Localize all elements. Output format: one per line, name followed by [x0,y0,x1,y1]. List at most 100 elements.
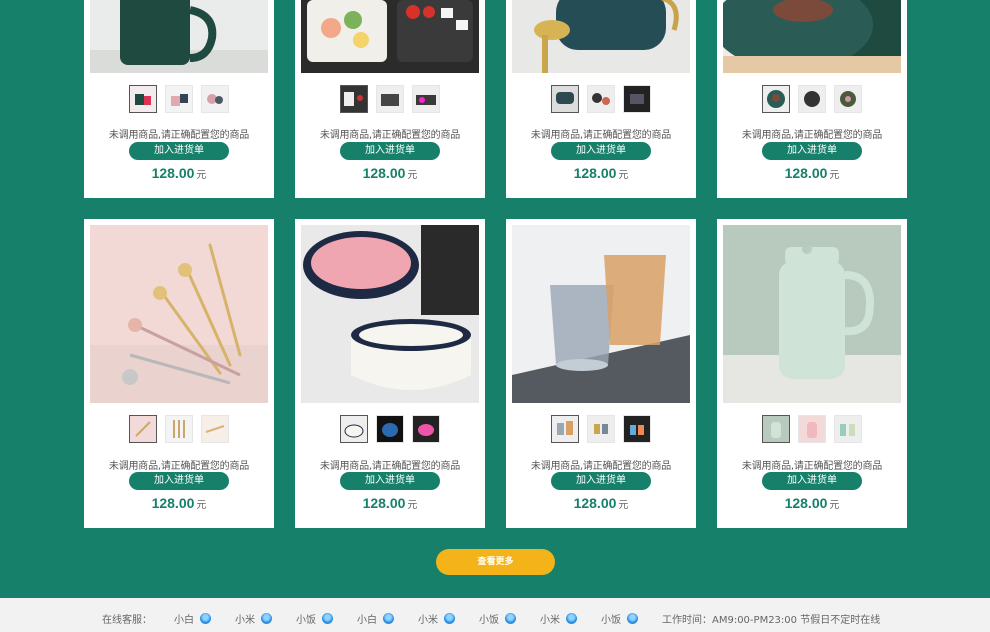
qq-icon[interactable] [261,613,272,624]
qq-icon[interactable] [627,613,638,624]
price-value: 128.00 [151,495,195,511]
thumbnail[interactable] [834,415,862,443]
thumbnail[interactable] [798,415,826,443]
thumbnail[interactable] [798,85,826,113]
thumbnail[interactable] [201,85,229,113]
thumbnail[interactable] [129,85,157,113]
price-value: 128.00 [784,165,828,181]
service-agent[interactable]: 小饭 [479,611,516,626]
thumbnail[interactable] [129,415,157,443]
product-card: 未调用商品,请正确配置您的商品 加入进货单 128.00 元 [84,0,274,198]
thumbnail[interactable] [376,415,404,443]
add-to-cart-button[interactable]: 加入进货单 [340,142,440,160]
product-image[interactable] [512,0,690,73]
product-price: 128.00 元 [717,165,907,181]
agent-name: 小米 [540,615,560,626]
product-price: 128.00 元 [506,165,696,181]
thumbnail[interactable] [165,85,193,113]
product-image[interactable] [90,0,268,73]
product-price: 128.00 元 [84,495,274,511]
service-agent[interactable]: 小米 [235,611,272,626]
thumbnail[interactable] [551,415,579,443]
agent-name: 小米 [235,615,255,626]
product-price: 128.00 元 [717,495,907,511]
price-unit: 元 [829,500,840,511]
price-unit: 元 [618,170,629,181]
thumbnail-strip [295,85,485,115]
add-to-cart-button[interactable]: 加入进货单 [762,142,862,160]
add-to-cart-button[interactable]: 加入进货单 [551,142,651,160]
thumbnail[interactable] [412,85,440,113]
qq-icon[interactable] [200,613,211,624]
thumbnail[interactable] [762,415,790,443]
agent-name: 小白 [357,615,377,626]
price-unit: 元 [196,500,207,511]
thumbnail[interactable] [340,85,368,113]
service-agent[interactable]: 小饭 [296,611,333,626]
product-hint: 未调用商品,请正确配置您的商品 [741,130,883,141]
qq-icon[interactable] [322,613,333,624]
thumbnail[interactable] [587,415,615,443]
thumbnail-strip [506,85,696,115]
add-to-cart-button[interactable]: 加入进货单 [129,142,229,160]
product-image[interactable] [723,225,901,403]
product-card: 未调用商品,请正确配置您的商品 加入进货单 128.00 元 [506,0,696,198]
price-unit: 元 [407,170,418,181]
thumbnail[interactable] [412,415,440,443]
service-agent[interactable]: 小米 [418,611,455,626]
add-to-cart-button[interactable]: 加入进货单 [340,472,440,490]
agent-name: 小饭 [296,615,316,626]
product-price: 128.00 元 [295,165,485,181]
thumbnail[interactable] [551,85,579,113]
price-unit: 元 [196,170,207,181]
view-more-button[interactable]: 查看更多 [436,549,555,575]
thumbnail-strip [84,415,274,445]
product-image[interactable] [512,225,690,403]
product-image[interactable] [90,225,268,403]
qq-icon[interactable] [383,613,394,624]
thumbnail[interactable] [762,85,790,113]
price-unit: 元 [618,500,629,511]
service-label: 在线客服： [102,615,152,626]
product-price: 128.00 元 [295,495,485,511]
product-image[interactable] [301,0,479,73]
price-value: 128.00 [362,495,406,511]
product-hint: 未调用商品,请正确配置您的商品 [108,461,250,472]
price-value: 128.00 [573,495,617,511]
agent-name: 小饭 [601,615,621,626]
thumbnail[interactable] [376,85,404,113]
add-to-cart-button[interactable]: 加入进货单 [551,472,651,490]
product-hint: 未调用商品,请正确配置您的商品 [319,130,461,141]
thumbnail[interactable] [587,85,615,113]
price-unit: 元 [407,500,418,511]
product-hint: 未调用商品,请正确配置您的商品 [741,461,883,472]
thumbnail-strip [295,415,485,445]
product-card: 未调用商品,请正确配置您的商品 加入进货单 128.00 元 [295,0,485,198]
price-value: 128.00 [151,165,195,181]
price-value: 128.00 [362,165,406,181]
thumbnail[interactable] [165,415,193,443]
add-to-cart-button[interactable]: 加入进货单 [762,472,862,490]
qq-icon[interactable] [505,613,516,624]
qq-icon[interactable] [566,613,577,624]
thumbnail[interactable] [201,415,229,443]
service-agent[interactable]: 小白 [174,611,211,626]
product-image[interactable] [301,225,479,403]
product-hint: 未调用商品,请正确配置您的商品 [319,461,461,472]
thumbnail[interactable] [623,415,651,443]
qq-icon[interactable] [444,613,455,624]
service-agent[interactable]: 小白 [357,611,394,626]
service-agent[interactable]: 小米 [540,611,577,626]
product-hint: 未调用商品,请正确配置您的商品 [530,461,672,472]
product-card: 未调用商品,请正确配置您的商品 加入进货单 128.00 元 [717,219,907,528]
thumbnail[interactable] [340,415,368,443]
product-image[interactable] [723,0,901,73]
add-to-cart-button[interactable]: 加入进货单 [129,472,229,490]
agent-name: 小饭 [479,615,499,626]
service-agent[interactable]: 小饭 [601,611,638,626]
thumbnail[interactable] [834,85,862,113]
thumbnail[interactable] [623,85,651,113]
agent-name: 小米 [418,615,438,626]
footer-bar: 在线客服： 小白 小米 小饭 小白 小米 小饭 小米 小饭 工作时间：AM9:0… [0,598,990,632]
product-price: 128.00 元 [506,495,696,511]
